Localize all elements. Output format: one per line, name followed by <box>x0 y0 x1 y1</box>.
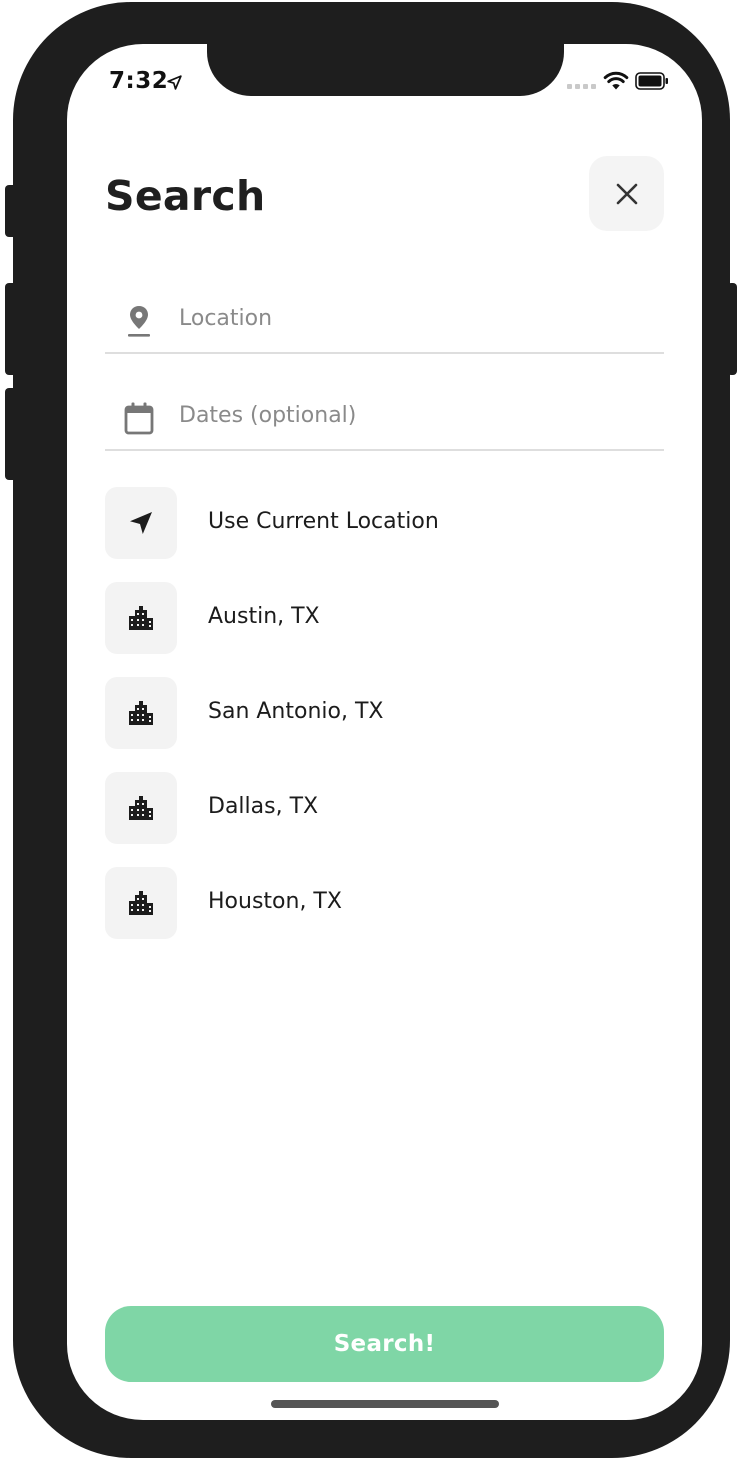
status-time: 7:32 <box>109 68 169 94</box>
city-icon <box>129 796 153 820</box>
close-button[interactable] <box>589 156 664 231</box>
location-input[interactable] <box>179 298 649 338</box>
map-pin-icon <box>128 306 150 337</box>
location-field[interactable] <box>105 284 664 354</box>
suggestion-label: Austin, TX <box>208 604 320 629</box>
suggestion-icon-tile <box>105 867 177 939</box>
city-icon <box>129 701 153 725</box>
home-indicator <box>271 1400 499 1408</box>
dates-input[interactable] <box>179 395 649 435</box>
suggestion-item-dallas[interactable]: Dallas, TX <box>105 772 664 844</box>
suggestion-icon-tile <box>105 772 177 844</box>
suggestion-label: Houston, TX <box>208 889 342 914</box>
city-icon <box>129 891 153 915</box>
search-button-label: Search! <box>333 1331 436 1357</box>
city-icon <box>129 606 153 630</box>
use-current-location-item[interactable]: Use Current Location <box>105 487 664 559</box>
navigation-arrow-icon <box>130 512 152 534</box>
wifi-icon <box>603 71 629 90</box>
suggestion-item-austin[interactable]: Austin, TX <box>105 582 664 654</box>
page-title: Search <box>105 172 266 220</box>
suggestion-icon-tile <box>105 487 177 559</box>
search-button[interactable]: Search! <box>105 1306 664 1382</box>
device-frame: 7:32 Search Location Dates (optional) Us… <box>13 2 730 1458</box>
suggestion-icon-tile <box>105 677 177 749</box>
suggestion-label: San Antonio, TX <box>208 699 384 724</box>
notch <box>207 44 564 96</box>
location-services-icon <box>167 75 182 90</box>
suggestion-label: Dallas, TX <box>208 794 319 819</box>
suggestion-label: Use Current Location <box>208 509 439 534</box>
suggestion-item-san-antonio[interactable]: San Antonio, TX <box>105 677 664 749</box>
cellular-signal-icon <box>567 84 596 89</box>
suggestion-item-houston[interactable]: Houston, TX <box>105 867 664 939</box>
close-icon <box>616 183 637 204</box>
app-screen: 7:32 Search Location Dates (optional) Us… <box>67 44 702 1420</box>
suggestion-icon-tile <box>105 582 177 654</box>
calendar-icon <box>124 402 154 435</box>
dates-field[interactable] <box>105 381 664 451</box>
battery-icon <box>635 72 668 90</box>
